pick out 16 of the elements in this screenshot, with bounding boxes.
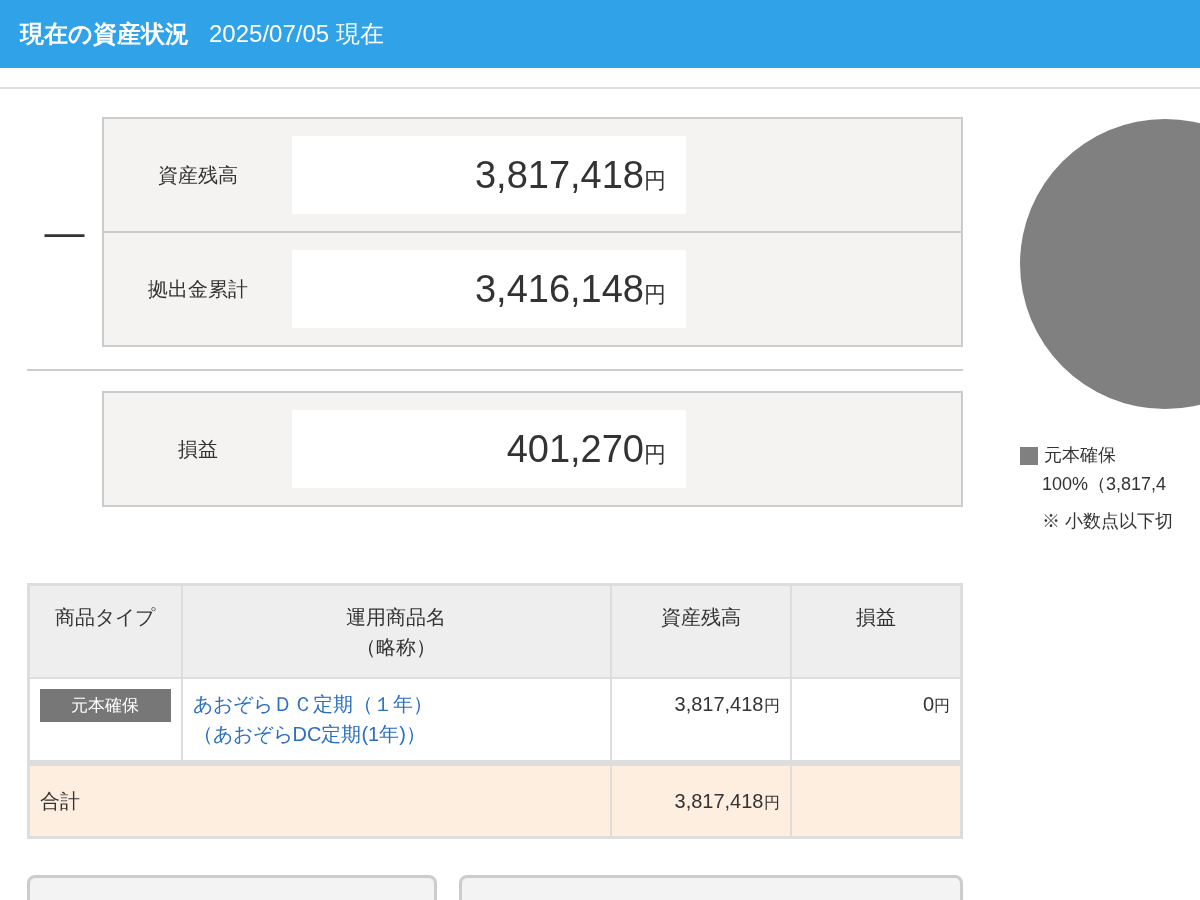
amount-value: 401,270円 xyxy=(506,426,666,472)
legend-label: 元本確保 xyxy=(1044,444,1116,467)
column-header: 運用商品名 （略称） xyxy=(181,584,611,678)
footnote: ※ 小数点以下切 xyxy=(1042,510,1174,533)
as-of-date: 2025/07/05 現在 xyxy=(209,19,384,49)
minus-sign: — xyxy=(43,209,86,256)
amount-value: 3,817,418円 xyxy=(474,152,666,198)
column-header: 資産残高 xyxy=(610,584,791,678)
amount-value: 3,416,148円 xyxy=(474,266,666,312)
amount-label: 拠出金累計 xyxy=(147,277,249,302)
legend-detail: 100%（3,817,4 xyxy=(1042,473,1168,496)
type-tag: 元本確保 xyxy=(40,688,171,722)
amount-label: 損益 xyxy=(177,437,219,462)
column-header: 商品タイプ xyxy=(28,584,182,678)
amount-label: 資産残高 xyxy=(157,163,239,188)
page-title: 現在の資産状況 xyxy=(20,19,189,49)
